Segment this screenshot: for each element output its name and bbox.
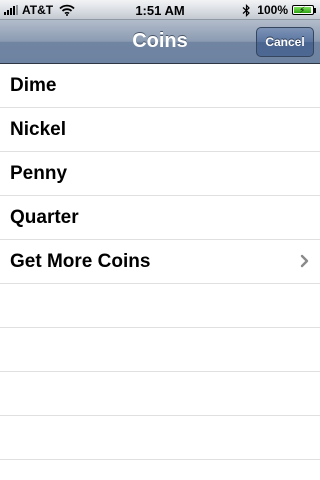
battery-tip (314, 7, 316, 13)
battery-percent: 100% (257, 3, 288, 17)
navigation-bar: Coins Cancel (0, 20, 320, 64)
list-item-dime[interactable]: Dime (0, 64, 320, 108)
list-item-label: Penny (10, 162, 68, 184)
status-bar: AT&T 1:51 AM 100% ⚡ (0, 0, 320, 20)
coins-list: Dime Nickel Penny Quarter Get More Coins (0, 64, 320, 480)
list-item-label: Dime (10, 74, 57, 96)
list-item-get-more-coins[interactable]: Get More Coins (0, 240, 320, 284)
bluetooth-icon (242, 3, 251, 17)
list-item-nickel[interactable]: Nickel (0, 108, 320, 152)
list-item-penny[interactable]: Penny (0, 152, 320, 196)
empty-row (0, 416, 320, 460)
list-item-quarter[interactable]: Quarter (0, 196, 320, 240)
empty-row (0, 372, 320, 416)
empty-row (0, 284, 320, 328)
chevron-right-icon (300, 254, 309, 268)
list-item-label: Get More Coins (10, 250, 151, 272)
cancel-button[interactable]: Cancel (256, 27, 314, 57)
empty-row (0, 328, 320, 372)
list-item-label: Quarter (10, 206, 79, 228)
status-right: 100% ⚡ (242, 0, 316, 20)
list-item-label: Nickel (10, 118, 66, 140)
charging-bolt-icon: ⚡ (299, 5, 306, 15)
battery-icon: ⚡ (292, 5, 314, 15)
